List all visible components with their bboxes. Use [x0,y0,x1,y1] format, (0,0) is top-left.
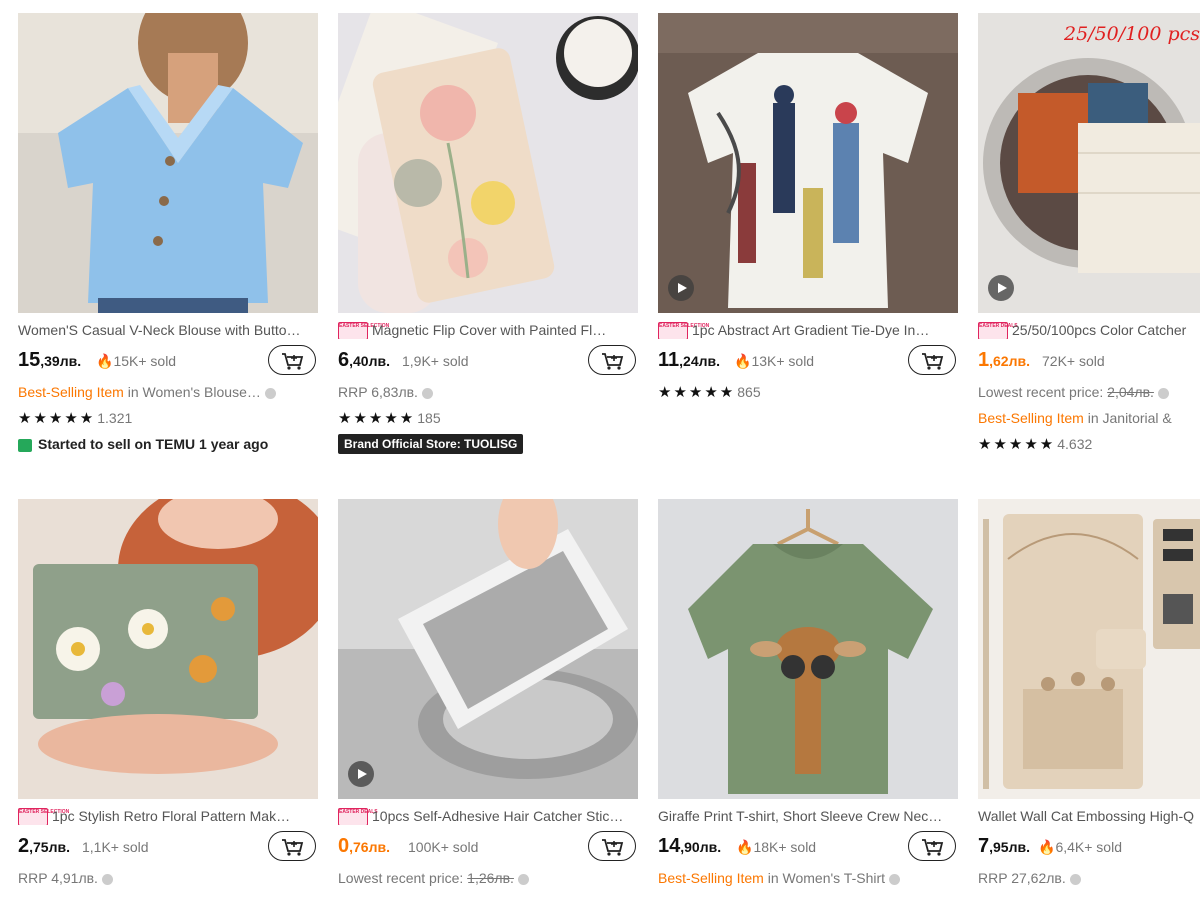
price: 1,62лв. [978,349,1030,371]
best-selling-line[interactable]: Best-Selling Item in Women's T-Shirt [658,865,958,891]
play-icon[interactable] [668,275,694,301]
product-image[interactable] [658,499,958,799]
price: 11,24лв. [658,349,721,371]
play-icon[interactable] [988,275,1014,301]
cart-plus-icon [922,353,944,370]
product-image[interactable]: 25/50/100 pcs [978,13,1200,313]
sold-count: 🔥6,4K+ sold [1038,839,1122,855]
add-to-cart-button[interactable] [908,345,956,375]
flame-icon: 🔥 [96,353,114,369]
product-image[interactable] [338,13,638,313]
product-card-blouse[interactable]: Women'S Casual V-Neck Blouse with Butto…… [18,13,318,457]
add-to-cart-button[interactable] [908,831,956,861]
cart-plus-icon [282,353,304,370]
info-icon[interactable] [101,873,113,885]
sold-count: 🔥15K+ sold [96,353,177,369]
pack-size-overlay: 25/50/100 pcs [1063,23,1200,45]
product-title[interactable]: Women'S Casual V-Neck Blouse with Butto… [18,321,318,339]
lowest-price-line: Lowest recent price: 2,04лв. [978,379,1200,405]
product-image[interactable] [658,13,958,313]
price: 2,75лв. [18,835,70,857]
sold-count: 1,1K+ sold [82,839,149,855]
product-image[interactable] [18,13,318,313]
best-selling-line[interactable]: Best-Selling Item in Women's Blouse… [18,379,318,405]
product-image[interactable] [978,499,1200,799]
product-card-art-shirt[interactable]: EASTER SELECTION1pc Abstract Art Gradien… [658,13,958,405]
info-icon[interactable] [517,873,529,885]
flame-icon: 🔥 [1038,839,1056,855]
info-icon[interactable] [421,387,433,399]
easter-deals-tag: EASTER DEALS [978,322,1018,339]
price: 14,90лв. [658,835,722,857]
sold-count: 100K+ sold [408,839,479,855]
price: 15,39лв. [18,349,82,371]
product-card-floral-pouch[interactable]: EASTER SELECTION1pc Stylish Retro Floral… [18,499,318,891]
product-title[interactable]: EASTER SELECTION1pc Stylish Retro Floral… [18,807,318,825]
product-image[interactable] [338,499,638,799]
info-icon[interactable] [889,873,901,885]
product-title[interactable]: EASTER DEALS10pcs Self-Adhesive Hair Cat… [338,807,638,825]
calendar-icon [18,438,32,452]
price: 7,95лв. [978,835,1030,857]
lowest-price-line: Lowest recent price: 1,26лв. [338,865,638,891]
product-card-cat-wallet[interactable]: Wallet Wall Cat Embossing High-Q 7,95лв.… [978,499,1200,891]
easter-selection-tag: EASTER SELECTION [18,808,69,825]
seller-age: Started to sell on TEMU 1 year ago [18,431,318,457]
best-selling-line[interactable]: Best-Selling Item in Janitorial & [978,405,1200,431]
product-title[interactable]: Wallet Wall Cat Embossing High-Q [978,807,1200,825]
easter-deals-tag: EASTER DEALS [338,808,378,825]
sold-count: 72K+ sold [1042,353,1105,369]
price: 6,40лв. [338,349,390,371]
add-to-cart-button[interactable] [588,345,636,375]
product-title[interactable]: EASTER SELECTION1pc Abstract Art Gradien… [658,321,958,339]
rrp-price: RRP 4,91лв. [18,865,318,891]
sold-count: 🔥13K+ sold [734,353,815,369]
product-title[interactable]: EASTER DEALS25/50/100pcs Color Catcher [978,321,1200,339]
cart-plus-icon [602,353,624,370]
sold-count: 1,9K+ sold [402,353,469,369]
info-icon[interactable] [1069,873,1081,885]
rating: ★★★★★ 4.632 [978,436,1093,453]
cart-plus-icon [922,839,944,856]
cart-plus-icon [602,839,624,856]
rating: ★★★★★ 185 [338,410,441,427]
add-to-cart-button[interactable] [268,831,316,861]
flame-icon: 🔥 [734,353,752,369]
brand-store-badge[interactable]: Brand Official Store: TUOLISG [338,434,524,454]
product-card-phone-case[interactable]: EASTER SELECTIONMagnetic Flip Cover with… [338,13,638,454]
easter-selection-tag: EASTER SELECTION [338,322,389,339]
add-to-cart-button[interactable] [268,345,316,375]
price: 0,76лв. [338,835,390,857]
rating: ★★★★★ 1.321 [18,410,133,427]
add-to-cart-button[interactable] [588,831,636,861]
easter-selection-tag: EASTER SELECTION [658,322,709,339]
info-icon[interactable] [264,387,276,399]
product-image[interactable] [18,499,318,799]
product-title[interactable]: Giraffe Print T-shirt, Short Sleeve Crew… [658,807,958,825]
product-card-hair-catcher[interactable]: EASTER DEALS10pcs Self-Adhesive Hair Cat… [338,499,638,891]
info-icon[interactable] [1157,387,1169,399]
cart-plus-icon [282,839,304,856]
flame-icon: 🔥 [736,839,754,855]
rrp-price: RRP 6,83лв. [338,379,638,405]
rating: ★★★★★ 865 [658,384,761,401]
sold-count: 🔥18K+ sold [736,839,817,855]
product-card-giraffe-shirt[interactable]: Giraffe Print T-shirt, Short Sleeve Crew… [658,499,958,891]
product-title[interactable]: EASTER SELECTIONMagnetic Flip Cover with… [338,321,638,339]
rrp-price: RRP 27,62лв. [978,865,1200,891]
play-icon[interactable] [348,761,374,787]
product-card-color-catcher[interactable]: 25/50/100 pcs EASTER DEALS25/50/100pcs C… [978,13,1200,457]
